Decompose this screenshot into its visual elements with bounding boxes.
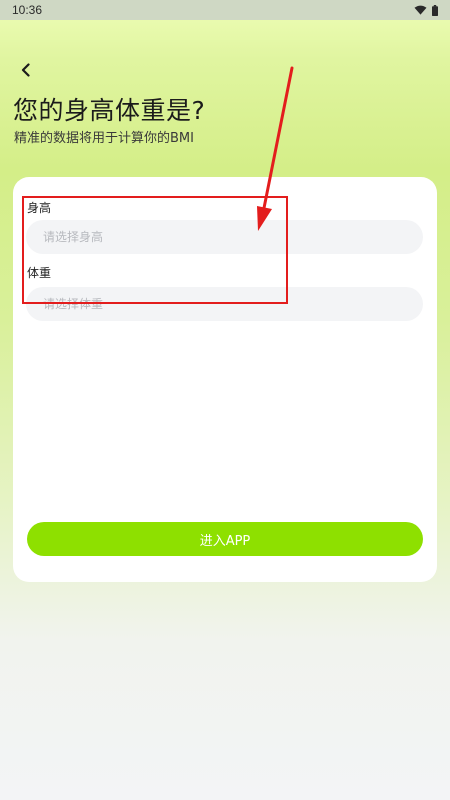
page-subtitle: 精准的数据将用于计算你的BMI [14,131,194,146]
chevron-left-icon [21,63,30,77]
height-label: 身高 [27,201,52,215]
status-bar: 10:36 [0,0,450,20]
weight-label: 体重 [27,266,52,280]
page-title: 您的身高体重是? [13,96,206,125]
status-time: 10:36 [12,3,43,17]
back-button[interactable] [14,58,38,82]
status-icons [414,4,438,16]
height-input[interactable] [26,220,423,254]
wifi-icon [414,5,427,15]
weight-input[interactable] [26,287,423,321]
battery-icon [432,4,438,16]
enter-app-button[interactable]: 进入APP [27,522,423,556]
